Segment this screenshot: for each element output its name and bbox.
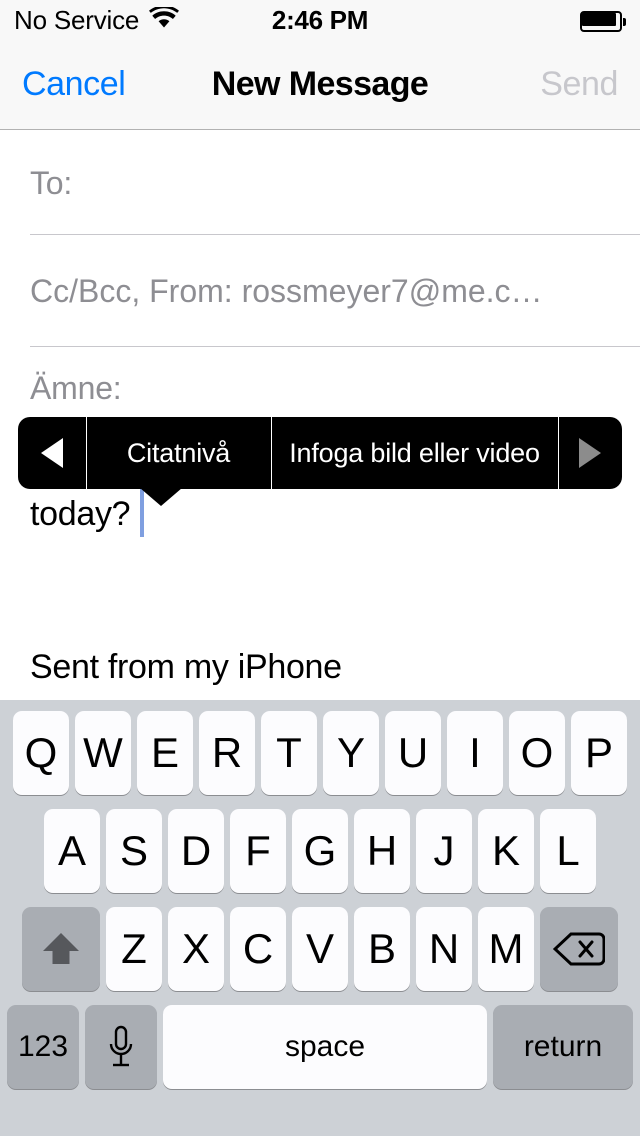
delete-backspace-icon[interactable] [540,907,618,991]
subject-field-label: Ämne: [30,369,122,406]
key-f[interactable]: F [230,809,286,893]
keyboard-row-3: Z X C V B N M [0,907,640,1005]
battery-full-icon [580,11,626,32]
keyboard-row-1: Q W E R T Y U I O P [0,711,640,809]
context-menu-pointer [140,488,182,506]
key-o[interactable]: O [509,711,565,795]
numbers-key[interactable]: 123 [7,1005,79,1089]
key-e[interactable]: E [137,711,193,795]
space-key[interactable]: space [163,1005,487,1089]
key-y[interactable]: Y [323,711,379,795]
key-s[interactable]: S [106,809,162,893]
navigation-bar: Cancel New Message Send [0,40,640,130]
key-k[interactable]: K [478,809,534,893]
iphone-screen: No Service 2:46 PM Cancel New Message Se… [0,0,640,1136]
key-u[interactable]: U [385,711,441,795]
key-r[interactable]: R [199,711,255,795]
triangle-right-icon[interactable] [558,417,622,489]
status-bar: No Service 2:46 PM [0,0,640,40]
key-b[interactable]: B [354,907,410,991]
key-t[interactable]: T [261,711,317,795]
body-text-line-2: today? [30,495,131,533]
cc-bcc-from-field-row[interactable]: Cc/Bcc, From: rossmeyer7@me.c… [0,235,640,347]
to-field-row[interactable]: To: [0,131,640,235]
send-button[interactable]: Send [540,40,618,129]
key-n[interactable]: N [416,907,472,991]
key-p[interactable]: P [571,711,627,795]
return-key[interactable]: return [493,1005,633,1089]
key-h[interactable]: H [354,809,410,893]
key-v[interactable]: V [292,907,348,991]
key-i[interactable]: I [447,711,503,795]
to-field-label: To: [30,164,73,201]
keyboard-row-2: A S D F G H J K L [0,809,640,907]
email-signature: Sent from my iPhone [30,648,342,686]
compose-area: To: Cc/Bcc, From: rossmeyer7@me.c… Ämne:… [0,131,640,700]
key-j[interactable]: J [416,809,472,893]
key-c[interactable]: C [230,907,286,991]
menu-item-quote-level[interactable]: Citatnivå [86,417,271,489]
key-w[interactable]: W [75,711,131,795]
key-d[interactable]: D [168,809,224,893]
key-x[interactable]: X [168,907,224,991]
onscreen-keyboard: Q W E R T Y U I O P A S D F G H J K L Z … [0,700,640,1136]
menu-item-insert-photo-video[interactable]: Infoga bild eller video [271,417,558,489]
key-l[interactable]: L [540,809,596,893]
triangle-left-icon[interactable] [18,417,86,489]
key-z[interactable]: Z [106,907,162,991]
shift-arrow-up-icon[interactable] [22,907,100,991]
keyboard-row-4: 123 space return [0,1005,640,1099]
body-text-line-2-wrap: today? [30,485,610,540]
cc-bcc-from-label: Cc/Bcc, From: rossmeyer7@me.c… [30,272,543,309]
key-m[interactable]: M [478,907,534,991]
editing-context-menu: Citatnivå Infoga bild eller video [18,417,622,489]
status-bar-time: 2:46 PM [271,5,369,35]
key-g[interactable]: G [292,809,348,893]
key-q[interactable]: Q [13,711,69,795]
key-a[interactable]: A [44,809,100,893]
microphone-icon[interactable] [85,1005,157,1089]
